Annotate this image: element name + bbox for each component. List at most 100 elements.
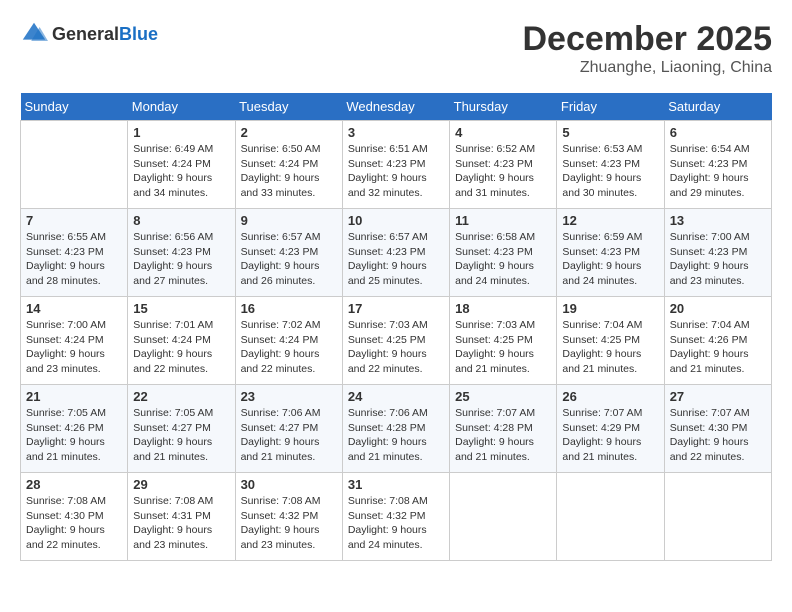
day-info: Sunrise: 7:06 AMSunset: 4:27 PMDaylight:… <box>241 406 337 465</box>
day-info: Sunrise: 7:02 AMSunset: 4:24 PMDaylight:… <box>241 318 337 377</box>
calendar-header-cell: Tuesday <box>235 93 342 121</box>
calendar-header-cell: Thursday <box>450 93 557 121</box>
calendar-header-cell: Friday <box>557 93 664 121</box>
day-number: 23 <box>241 389 337 404</box>
title-block: December 2025 Zhuanghe, Liaoning, China <box>522 20 772 77</box>
day-number: 29 <box>133 477 229 492</box>
calendar-day-cell: 11 Sunrise: 6:58 AMSunset: 4:23 PMDayligh… <box>450 209 557 297</box>
month-title: December 2025 <box>522 20 772 59</box>
logo-text-blue: Blue <box>119 24 158 45</box>
calendar-week-row: 7 Sunrise: 6:55 AMSunset: 4:23 PMDaylight… <box>21 209 772 297</box>
day-number: 6 <box>670 125 766 140</box>
day-number: 19 <box>562 301 658 316</box>
calendar-day-cell: 5 Sunrise: 6:53 AMSunset: 4:23 PMDaylight… <box>557 121 664 209</box>
day-number: 13 <box>670 213 766 228</box>
day-info: Sunrise: 6:57 AMSunset: 4:23 PMDaylight:… <box>348 230 444 289</box>
calendar-day-cell: 2Sunrise: 6:50 AMSunset: 4:24 PMDaylight… <box>235 121 342 209</box>
calendar-day-cell: 9 Sunrise: 6:57 AMSunset: 4:23 PMDaylight… <box>235 209 342 297</box>
calendar-day-cell: 25 Sunrise: 7:07 AMSunset: 4:28 PMDayligh… <box>450 385 557 473</box>
calendar-day-cell: 1 Sunrise: 6:49 AMSunset: 4:24 PMDaylight… <box>128 121 235 209</box>
day-number: 18 <box>455 301 551 316</box>
calendar-header-cell: Monday <box>128 93 235 121</box>
day-info: Sunrise: 7:08 AMSunset: 4:32 PMDaylight:… <box>348 494 444 553</box>
day-info: Sunrise: 7:04 AMSunset: 4:26 PMDaylight:… <box>670 318 766 377</box>
day-number: 20 <box>670 301 766 316</box>
calendar-week-row: 21Sunrise: 7:05 AMSunset: 4:26 PMDayligh… <box>21 385 772 473</box>
calendar-day-cell: 4 Sunrise: 6:52 AMSunset: 4:23 PMDaylight… <box>450 121 557 209</box>
calendar-day-cell <box>450 473 557 561</box>
day-number: 14 <box>26 301 122 316</box>
day-info: Sunrise: 6:49 AMSunset: 4:24 PMDaylight:… <box>133 142 229 201</box>
day-info: Sunrise: 6:58 AMSunset: 4:23 PMDaylight:… <box>455 230 551 289</box>
day-info: Sunrise: 6:50 AMSunset: 4:24 PMDaylight:… <box>241 142 337 201</box>
calendar-week-row: 14 Sunrise: 7:00 AMSunset: 4:24 PMDayligh… <box>21 297 772 385</box>
calendar-day-cell: 14 Sunrise: 7:00 AMSunset: 4:24 PMDayligh… <box>21 297 128 385</box>
calendar-header-row: SundayMondayTuesdayWednesdayThursdayFrid… <box>21 93 772 121</box>
day-info: Sunrise: 6:56 AMSunset: 4:23 PMDaylight:… <box>133 230 229 289</box>
calendar-day-cell: 3Sunrise: 6:51 AMSunset: 4:23 PMDaylight… <box>342 121 449 209</box>
calendar-day-cell: 15 Sunrise: 7:01 AMSunset: 4:24 PMDayligh… <box>128 297 235 385</box>
day-number: 7 <box>26 213 122 228</box>
logo: General Blue <box>20 20 158 48</box>
day-number: 21 <box>26 389 122 404</box>
calendar-day-cell: 20 Sunrise: 7:04 AMSunset: 4:26 PMDayligh… <box>664 297 771 385</box>
calendar-day-cell: 10Sunrise: 6:57 AMSunset: 4:23 PMDayligh… <box>342 209 449 297</box>
day-info: Sunrise: 7:03 AMSunset: 4:25 PMDaylight:… <box>348 318 444 377</box>
day-number: 11 <box>455 213 551 228</box>
day-number: 24 <box>348 389 444 404</box>
day-number: 1 <box>133 125 229 140</box>
day-info: Sunrise: 7:01 AMSunset: 4:24 PMDaylight:… <box>133 318 229 377</box>
day-number: 15 <box>133 301 229 316</box>
calendar-day-cell: 18Sunrise: 7:03 AMSunset: 4:25 PMDayligh… <box>450 297 557 385</box>
day-info: Sunrise: 7:07 AMSunset: 4:28 PMDaylight:… <box>455 406 551 465</box>
day-number: 26 <box>562 389 658 404</box>
day-number: 8 <box>133 213 229 228</box>
calendar-day-cell: 27Sunrise: 7:07 AMSunset: 4:30 PMDayligh… <box>664 385 771 473</box>
calendar-week-row: 1 Sunrise: 6:49 AMSunset: 4:24 PMDaylight… <box>21 121 772 209</box>
calendar-day-cell: 8 Sunrise: 6:56 AMSunset: 4:23 PMDaylight… <box>128 209 235 297</box>
day-info: Sunrise: 7:08 AMSunset: 4:32 PMDaylight:… <box>241 494 337 553</box>
day-info: Sunrise: 6:53 AMSunset: 4:23 PMDaylight:… <box>562 142 658 201</box>
calendar-day-cell <box>557 473 664 561</box>
day-info: Sunrise: 7:00 AMSunset: 4:23 PMDaylight:… <box>670 230 766 289</box>
calendar-day-cell: 23 Sunrise: 7:06 AMSunset: 4:27 PMDayligh… <box>235 385 342 473</box>
day-number: 17 <box>348 301 444 316</box>
calendar-day-cell: 22Sunrise: 7:05 AMSunset: 4:27 PMDayligh… <box>128 385 235 473</box>
day-number: 4 <box>455 125 551 140</box>
page-header: General Blue December 2025 Zhuanghe, Lia… <box>20 20 772 77</box>
day-info: Sunrise: 6:55 AMSunset: 4:23 PMDaylight:… <box>26 230 122 289</box>
calendar-day-cell: 24Sunrise: 7:06 AMSunset: 4:28 PMDayligh… <box>342 385 449 473</box>
calendar-day-cell: 16 Sunrise: 7:02 AMSunset: 4:24 PMDayligh… <box>235 297 342 385</box>
calendar-header-cell: Wednesday <box>342 93 449 121</box>
day-info: Sunrise: 7:04 AMSunset: 4:25 PMDaylight:… <box>562 318 658 377</box>
calendar-day-cell <box>21 121 128 209</box>
day-number: 31 <box>348 477 444 492</box>
day-number: 9 <box>241 213 337 228</box>
day-info: Sunrise: 6:52 AMSunset: 4:23 PMDaylight:… <box>455 142 551 201</box>
calendar-day-cell: 29 Sunrise: 7:08 AMSunset: 4:31 PMDayligh… <box>128 473 235 561</box>
calendar-day-cell: 13 Sunrise: 7:00 AMSunset: 4:23 PMDayligh… <box>664 209 771 297</box>
day-info: Sunrise: 6:51 AMSunset: 4:23 PMDaylight:… <box>348 142 444 201</box>
day-info: Sunrise: 6:54 AMSunset: 4:23 PMDaylight:… <box>670 142 766 201</box>
day-info: Sunrise: 7:08 AMSunset: 4:31 PMDaylight:… <box>133 494 229 553</box>
day-info: Sunrise: 7:08 AMSunset: 4:30 PMDaylight:… <box>26 494 122 553</box>
day-number: 25 <box>455 389 551 404</box>
logo-text-general: General <box>52 24 119 45</box>
calendar-day-cell: 19 Sunrise: 7:04 AMSunset: 4:25 PMDayligh… <box>557 297 664 385</box>
day-number: 12 <box>562 213 658 228</box>
calendar-day-cell: 30Sunrise: 7:08 AMSunset: 4:32 PMDayligh… <box>235 473 342 561</box>
calendar-header-cell: Saturday <box>664 93 771 121</box>
calendar-day-cell <box>664 473 771 561</box>
day-info: Sunrise: 6:57 AMSunset: 4:23 PMDaylight:… <box>241 230 337 289</box>
day-number: 16 <box>241 301 337 316</box>
day-number: 5 <box>562 125 658 140</box>
calendar-day-cell: 17 Sunrise: 7:03 AMSunset: 4:25 PMDayligh… <box>342 297 449 385</box>
day-number: 28 <box>26 477 122 492</box>
day-info: Sunrise: 7:07 AMSunset: 4:30 PMDaylight:… <box>670 406 766 465</box>
calendar-day-cell: 26Sunrise: 7:07 AMSunset: 4:29 PMDayligh… <box>557 385 664 473</box>
calendar-day-cell: 21Sunrise: 7:05 AMSunset: 4:26 PMDayligh… <box>21 385 128 473</box>
day-info: Sunrise: 7:05 AMSunset: 4:27 PMDaylight:… <box>133 406 229 465</box>
calendar-day-cell: 7 Sunrise: 6:55 AMSunset: 4:23 PMDaylight… <box>21 209 128 297</box>
calendar-body: 1 Sunrise: 6:49 AMSunset: 4:24 PMDaylight… <box>21 121 772 561</box>
day-info: Sunrise: 7:00 AMSunset: 4:24 PMDaylight:… <box>26 318 122 377</box>
